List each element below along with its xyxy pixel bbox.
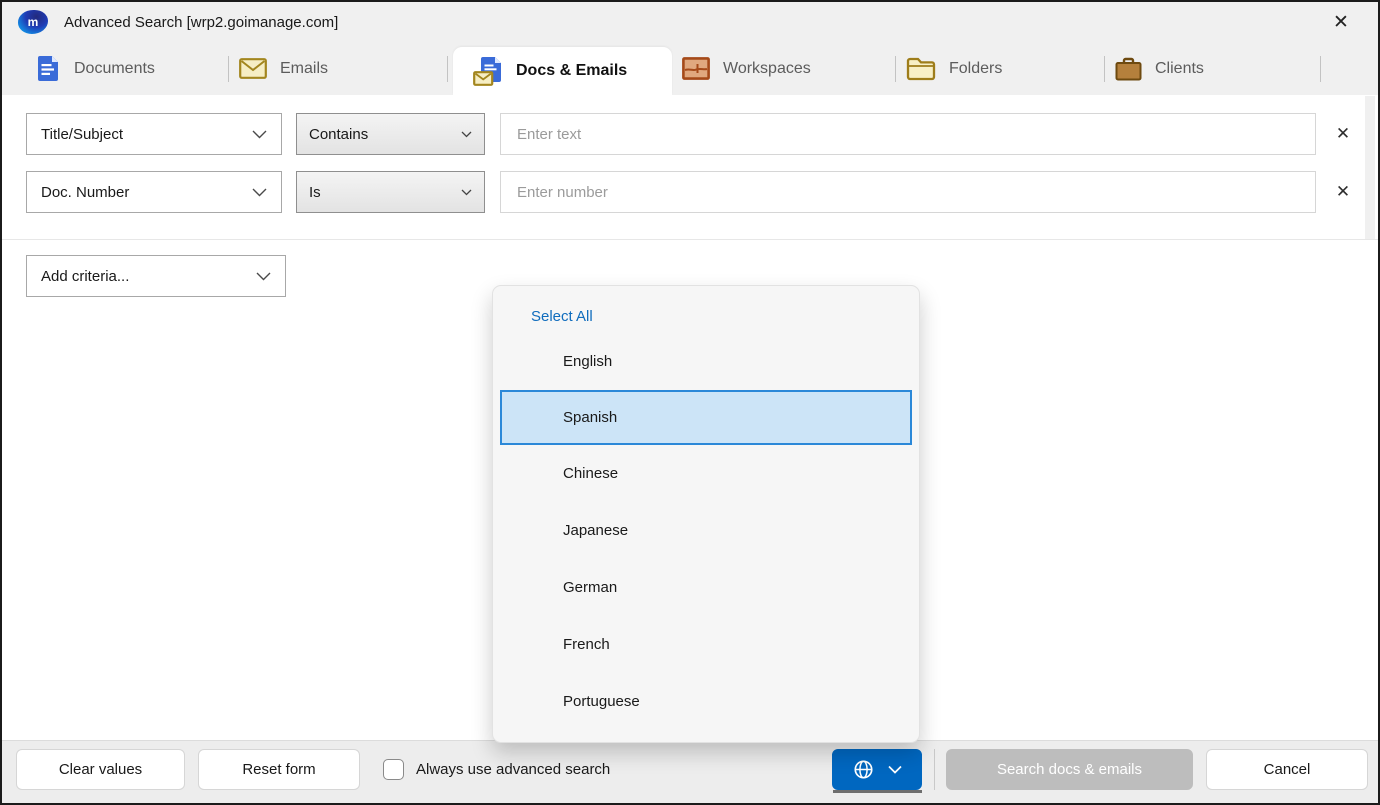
always-advanced-label: Always use advanced search [416,761,610,778]
window-close-button[interactable]: ✕ [1328,9,1354,35]
language-menu: Select All English Spanish Chinese Japan… [492,285,920,743]
tab-documents-label: Documents [74,60,155,78]
tab-docs-and-emails-label: Docs & Emails [516,62,627,80]
tab-docs-and-emails[interactable]: Docs & Emails [453,47,672,95]
language-option-japanese[interactable]: Japanese [493,502,919,559]
tab-divider [1320,56,1321,82]
language-option-chinese[interactable]: Chinese [493,445,919,502]
cancel-button[interactable]: Cancel [1206,749,1368,790]
tab-bar: Documents Emails Docs & Emails Workspace… [2,42,1378,95]
tab-emails-label: Emails [280,60,328,78]
envelope-icon [239,58,267,79]
globe-icon [853,759,874,780]
criteria-value-input[interactable] [500,113,1316,155]
imanage-logo-icon: m [18,10,48,34]
footer-divider [934,749,935,790]
tab-folders-label: Folders [949,60,1002,78]
advanced-search-window: m Advanced Search [wrp2.goimanage.com] ✕… [0,0,1380,805]
title-bar: m Advanced Search [wrp2.goimanage.com] ✕ [2,2,1378,42]
chevron-down-icon [888,765,902,774]
language-option-english[interactable]: English [493,333,919,390]
workspace-icon [682,57,710,80]
tab-folders[interactable]: Folders [896,42,1104,95]
language-option-spanish[interactable]: Spanish [500,390,912,445]
criteria-field-dropdown[interactable]: Doc. Number [26,171,282,213]
remove-criteria-button[interactable]: ✕ [1330,179,1356,205]
language-option-german[interactable]: German [493,559,919,616]
tab-workspaces[interactable]: Workspaces [672,42,895,95]
language-button-underline [833,790,922,793]
window-title: Advanced Search [wrp2.goimanage.com] [64,14,338,31]
criteria-field-dropdown[interactable]: Title/Subject [26,113,282,155]
language-selector-button[interactable] [832,749,922,790]
folder-icon [906,57,936,81]
criteria-operator-select[interactable]: Contains [296,113,485,155]
clear-values-button[interactable]: Clear values [16,749,185,790]
select-all-option[interactable]: Select All [493,299,919,333]
chevron-down-icon [256,272,271,281]
tab-documents[interactable]: Documents [26,42,228,95]
language-option-portuguese[interactable]: Portuguese [493,673,919,730]
criteria-value-input[interactable] [500,171,1316,213]
criteria-operator-value: Contains [309,126,368,143]
criteria-operator-select[interactable]: Is [296,171,485,213]
add-criteria-label: Add criteria... [41,268,129,285]
chevron-down-icon [461,189,472,196]
chevron-down-icon [461,131,472,138]
add-criteria-dropdown[interactable]: Add criteria... [26,255,286,297]
language-option-french[interactable]: French [493,616,919,673]
tab-emails[interactable]: Emails [229,42,447,95]
doc-email-icon [473,56,503,87]
search-docs-emails-button[interactable]: Search docs & emails [946,749,1193,790]
document-icon [36,55,61,82]
tab-workspaces-label: Workspaces [723,60,811,78]
chevron-down-icon [252,188,267,197]
tab-divider [447,56,448,82]
remove-criteria-button[interactable]: ✕ [1330,121,1356,147]
reset-form-button[interactable]: Reset form [198,749,360,790]
always-advanced-checkbox[interactable] [383,759,404,780]
tab-clients-label: Clients [1155,60,1204,78]
criteria-field-value: Title/Subject [41,126,123,143]
chevron-down-icon [252,130,267,139]
tab-clients[interactable]: Clients [1105,42,1320,95]
criteria-scrollbar-track[interactable] [1365,96,1375,239]
criteria-field-value: Doc. Number [41,184,129,201]
section-divider [2,239,1378,240]
criteria-operator-value: Is [309,184,321,201]
footer-bar: Clear values Reset form Always use advan… [2,740,1378,803]
briefcase-icon [1115,57,1142,81]
